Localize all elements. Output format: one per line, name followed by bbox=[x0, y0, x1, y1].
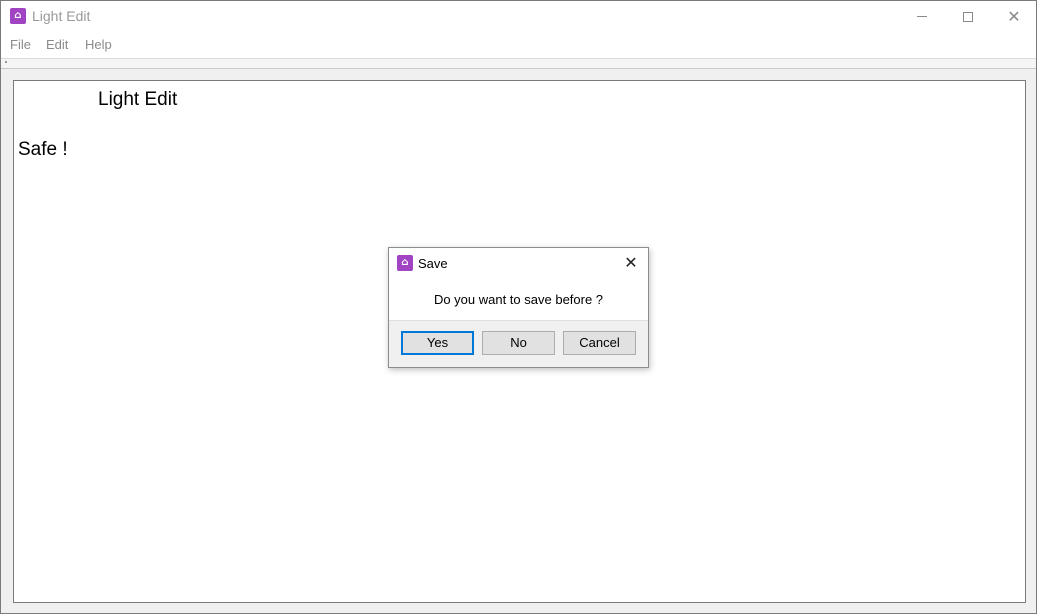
document-text: Safe ! bbox=[18, 139, 68, 160]
save-dialog: ⌂ Save ✕ Do you want to save before ? Ye… bbox=[388, 247, 649, 368]
window-title: Light Edit bbox=[32, 8, 91, 24]
menu-bar: File Edit Help bbox=[1, 32, 1036, 58]
document-heading: Light Edit bbox=[98, 89, 178, 110]
dialog-title: Save bbox=[418, 256, 448, 271]
maximize-icon bbox=[963, 11, 973, 22]
close-icon: ✕ bbox=[624, 253, 638, 272]
maximize-button[interactable] bbox=[945, 1, 991, 32]
menu-help[interactable]: Help bbox=[85, 37, 112, 52]
toolbar bbox=[1, 58, 1036, 69]
close-icon: ✕ bbox=[1007, 7, 1021, 26]
dialog-close-button[interactable]: ✕ bbox=[619, 251, 643, 275]
toolbar-grip-icon[interactable] bbox=[5, 61, 7, 63]
close-button[interactable]: ✕ bbox=[991, 1, 1037, 32]
app-icon: ⌂ bbox=[10, 8, 26, 24]
dialog-title-bar[interactable]: ⌂ Save ✕ bbox=[389, 248, 648, 278]
dialog-button-bar: Yes No Cancel bbox=[389, 320, 648, 367]
title-bar[interactable]: ⌂ Light Edit ✕ bbox=[1, 1, 1036, 32]
yes-button[interactable]: Yes bbox=[401, 331, 474, 355]
app-icon: ⌂ bbox=[397, 255, 413, 271]
dialog-message: Do you want to save before ? bbox=[433, 292, 604, 307]
menu-edit[interactable]: Edit bbox=[46, 37, 68, 52]
no-button[interactable]: No bbox=[482, 331, 555, 355]
cancel-button[interactable]: Cancel bbox=[563, 331, 636, 355]
minimize-icon bbox=[917, 16, 927, 17]
minimize-button[interactable] bbox=[899, 1, 945, 32]
menu-file[interactable]: File bbox=[10, 37, 31, 52]
